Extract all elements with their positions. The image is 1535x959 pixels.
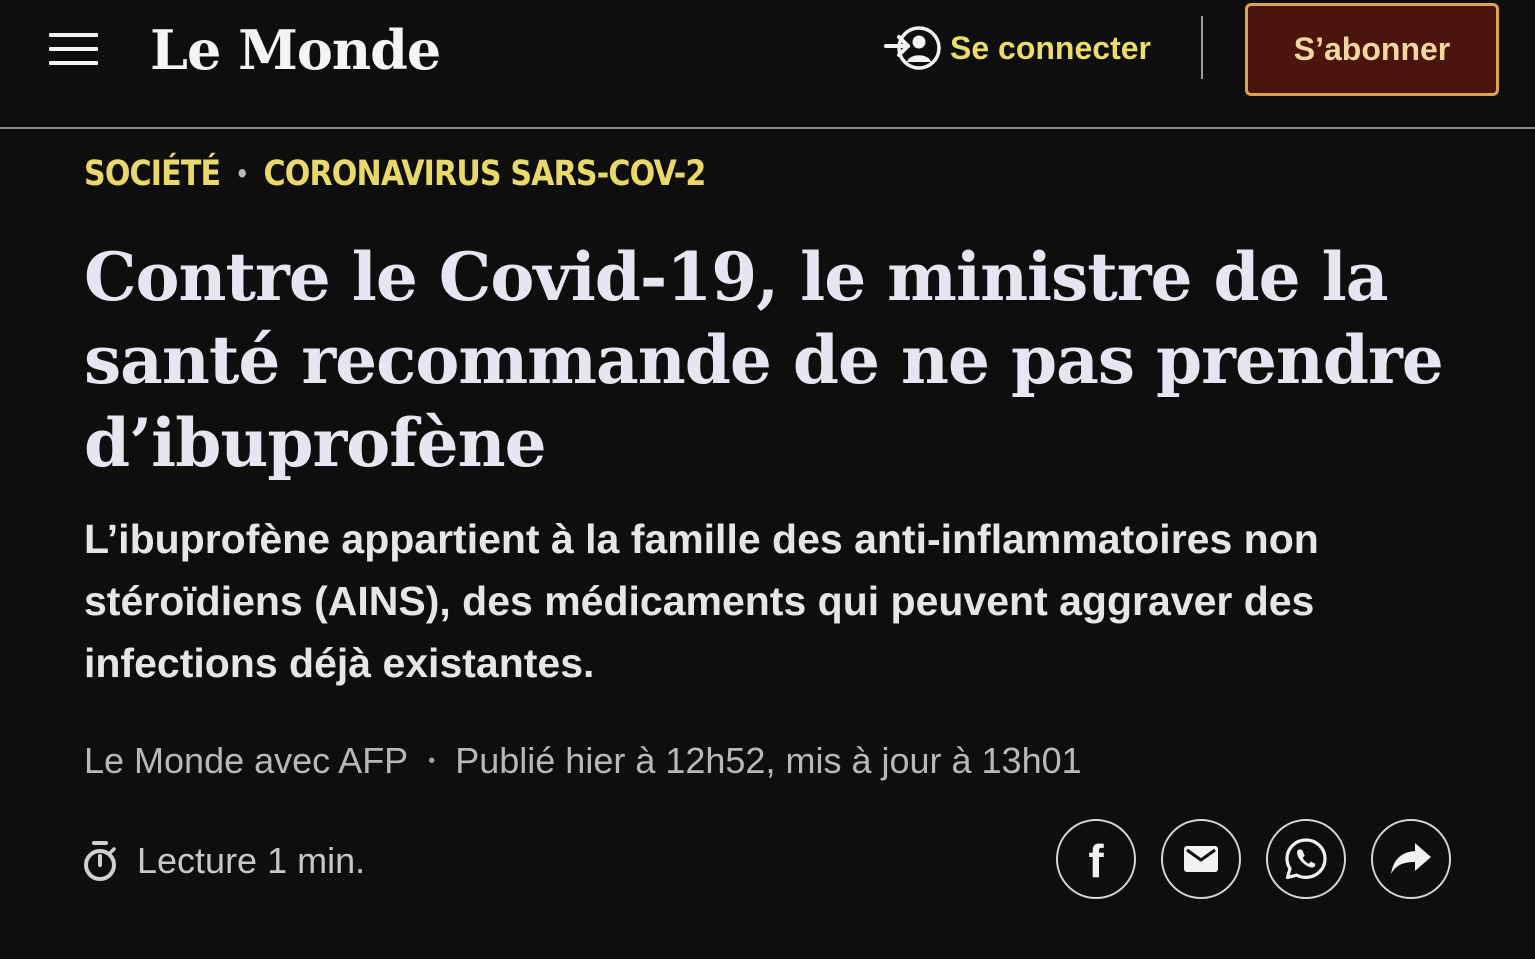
subscribe-button[interactable]: S’abonner [1245,3,1499,96]
share-more-button[interactable] [1371,819,1451,899]
login-label: Se connecter [950,29,1151,66]
site-header: Le Monde Se connecter S’abonner [0,0,1535,129]
kicker-section-link[interactable]: SOCIÉTÉ [84,154,221,194]
article-meta: Le Monde avec AFP • Publié hier à 12h52,… [84,736,1082,786]
facebook-icon: f [1088,835,1104,887]
hamburger-menu-icon[interactable] [49,31,98,67]
article-dek: L’ibuprofène appartient à la famille des… [84,516,1319,686]
article-kicker: SOCIÉTÉ • CORONAVIRUS SARS-COV-2 [84,150,706,198]
publish-date: Publié hier à 12h52, mis à jour à 13h01 [455,740,1082,781]
share-arrow-icon [1391,843,1431,874]
login-user-icon [884,26,941,70]
email-icon [1184,846,1218,872]
reading-time-label: Lecture 1 min. [137,840,366,881]
header-divider [1201,16,1203,79]
reading-time: Lecture 1 min. [82,835,365,887]
byline-separator: • [428,749,436,772]
login-button[interactable]: Se connecter [884,22,1151,74]
share-whatsapp-button[interactable] [1266,819,1346,899]
share-email-button[interactable] [1161,819,1241,899]
le-monde-logo[interactable]: Le Monde [150,14,441,86]
byline-author: Le Monde avec AFP [84,740,409,781]
kicker-separator: • [235,160,249,188]
article-headline: Contre le Covid-19, le ministre de la sa… [84,238,1444,482]
stopwatch-icon [84,841,116,881]
whatsapp-icon [1285,838,1327,880]
kicker-topic-link[interactable]: CORONAVIRUS SARS-COV-2 [263,154,706,194]
share-facebook-button[interactable]: f [1056,819,1136,899]
